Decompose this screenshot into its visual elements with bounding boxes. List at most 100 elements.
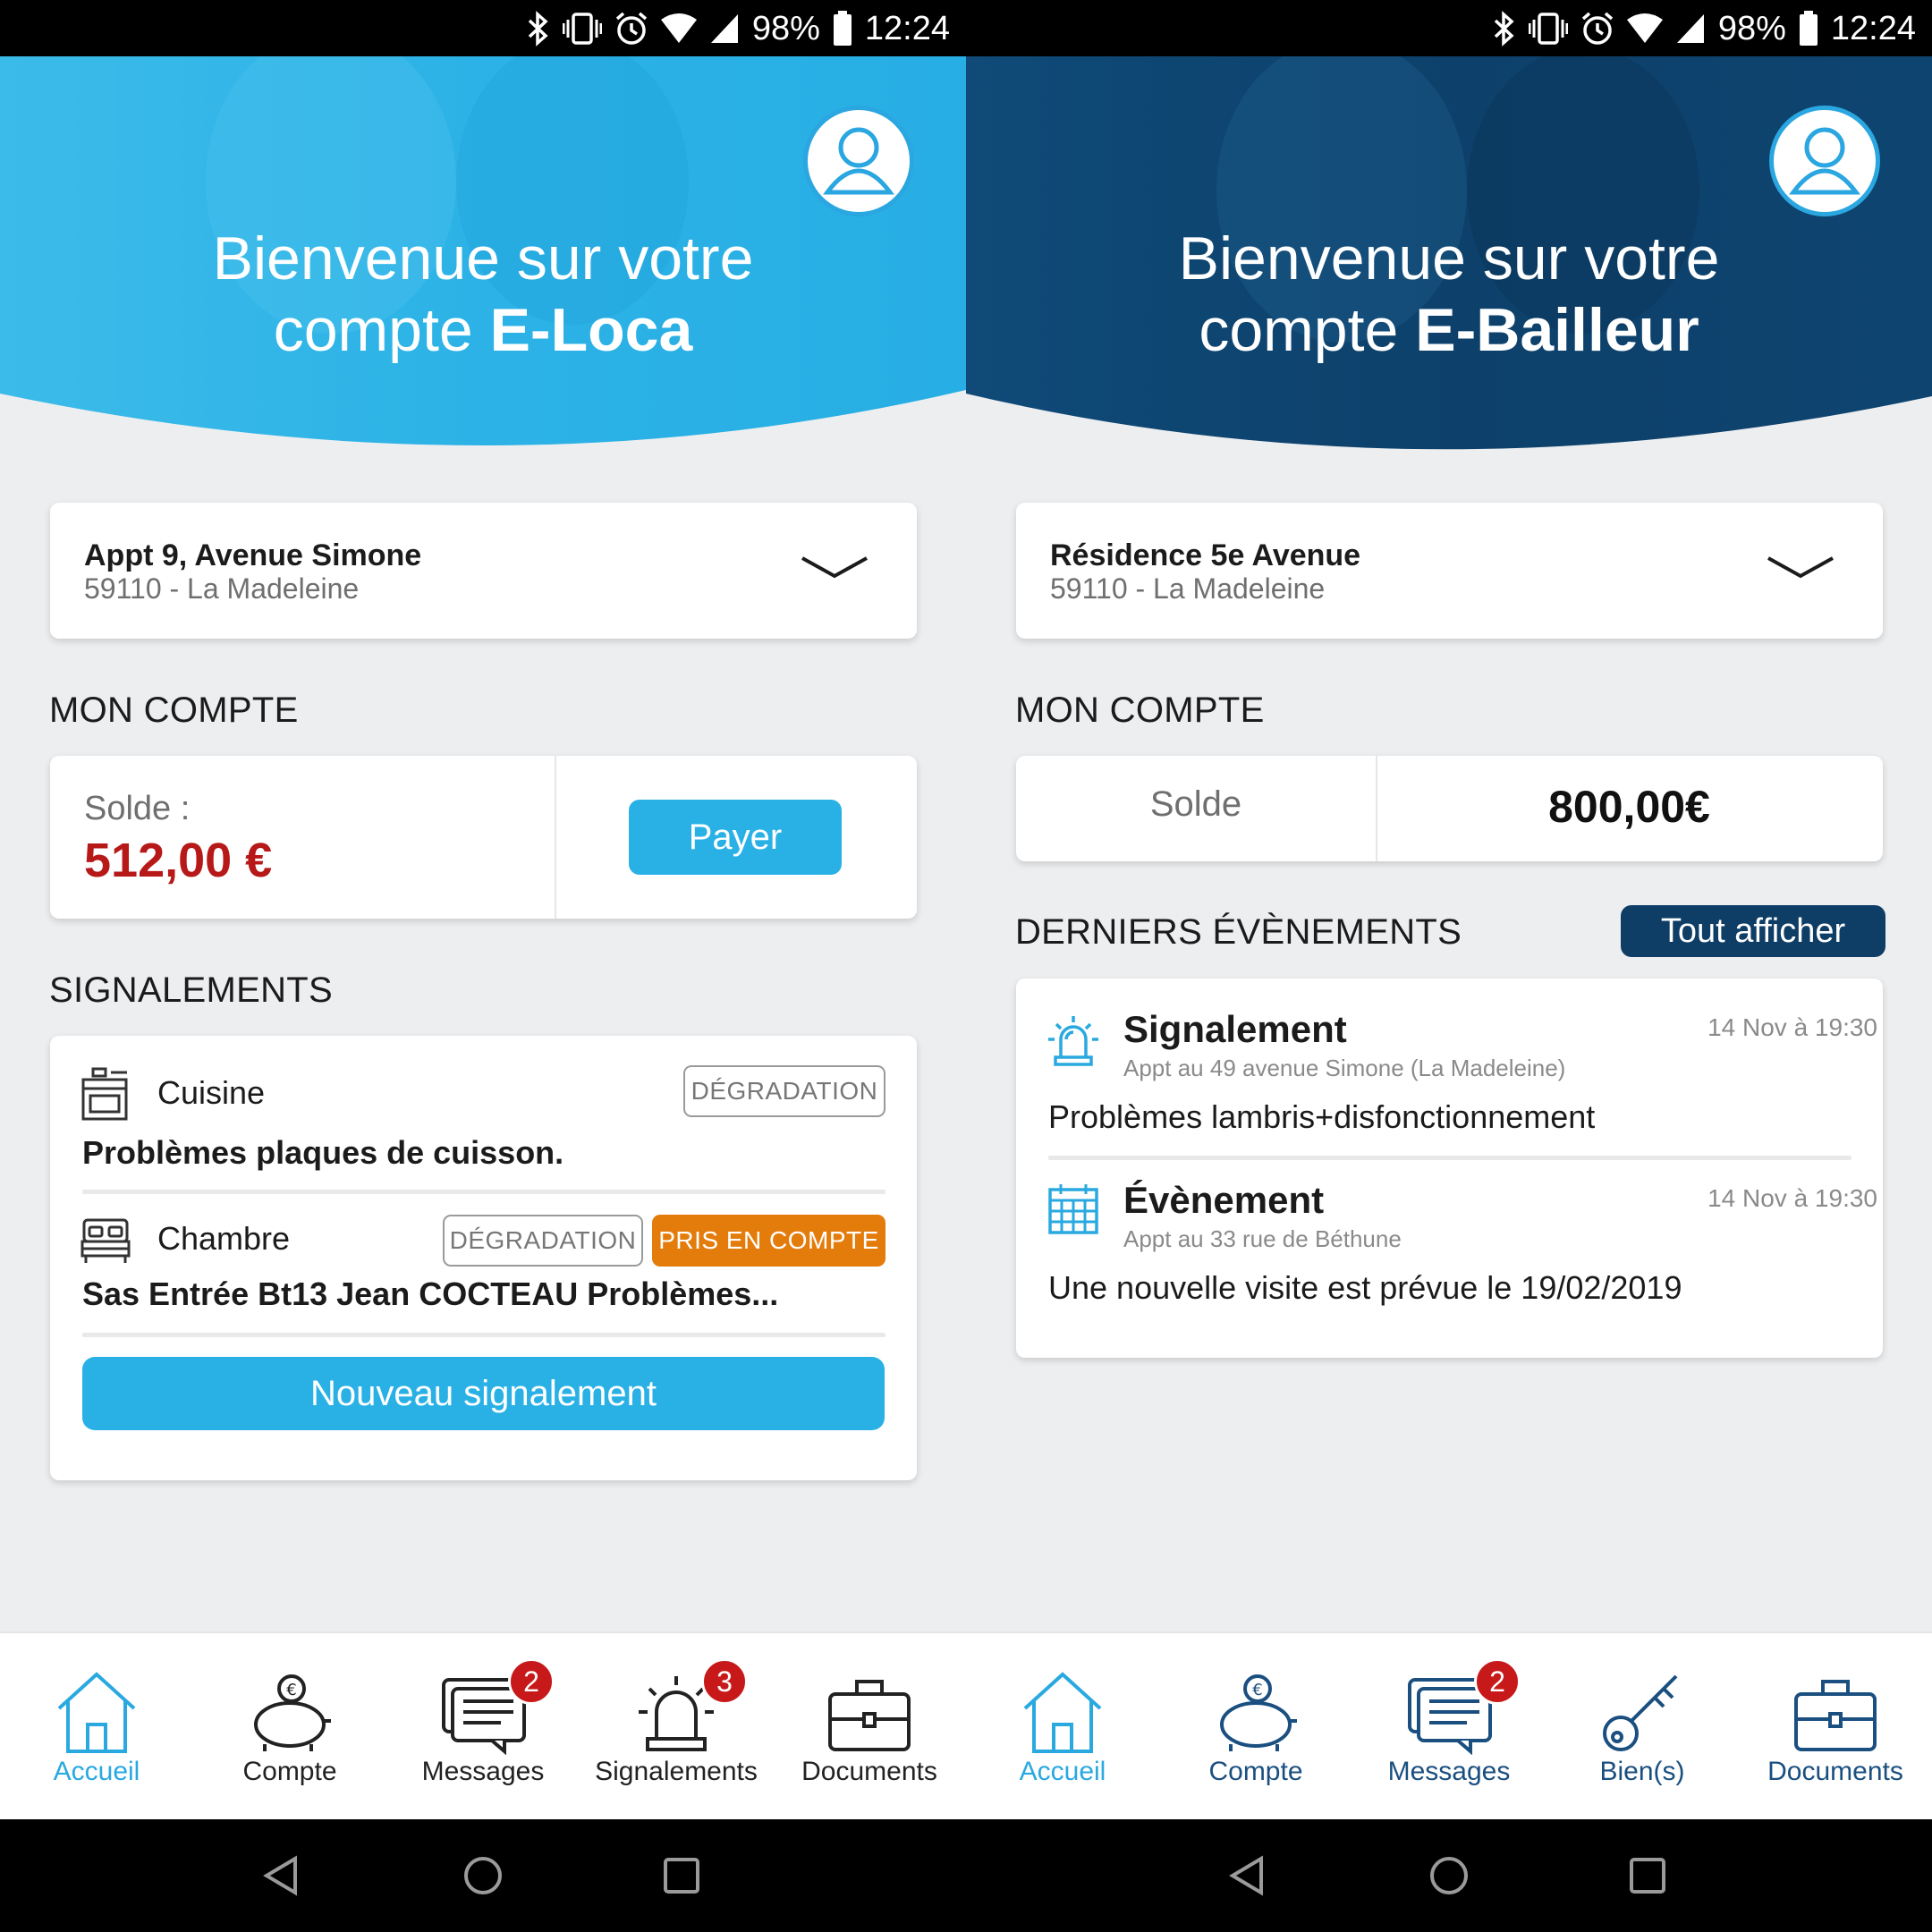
profile-avatar-button[interactable]: [1769, 106, 1880, 216]
tag-degradation: DÉGRADATION: [683, 1065, 886, 1117]
tag-pris-en-compte: PRIS EN COMPTE: [652, 1215, 886, 1267]
property-selector[interactable]: Appt 9, Avenue Simone 59110 - La Madelei…: [50, 503, 917, 639]
balance-card: Solde : 512,00 € Payer: [50, 756, 917, 919]
nav-documents[interactable]: Documents: [773, 1633, 966, 1821]
e-bailleur-screen: 98% 12:24 Bienvenue sur votre compte E-B…: [966, 0, 1932, 1932]
event-text[interactable]: Problèmes lambris+disfonctionnement: [1048, 1098, 1595, 1136]
nav-label: Signalements: [595, 1757, 758, 1786]
alarm-light-icon: [1048, 1016, 1098, 1066]
nav-label: Accueil: [1019, 1757, 1106, 1786]
row-divider: [1048, 1156, 1852, 1160]
report-room: Chambre: [157, 1220, 291, 1257]
nav-label: Bien(s): [1599, 1757, 1685, 1786]
nav-messages[interactable]: 2 Messages: [386, 1633, 580, 1821]
nav-label: Accueil: [53, 1757, 140, 1786]
balance-label: Solde: [1149, 784, 1242, 824]
recents-icon[interactable]: [659, 1853, 704, 1898]
welcome-line-2: compte E-Loca: [0, 294, 966, 366]
nav-compte[interactable]: € Compte: [1159, 1633, 1352, 1821]
brand-name: E-Bailleur: [1415, 296, 1699, 364]
svg-text:€: €: [286, 1681, 296, 1699]
battery-percent: 98%: [1717, 9, 1786, 47]
system-navigation-bar: [966, 1819, 1932, 1932]
welcome-title: Bienvenue sur votre compte E-Loca: [0, 223, 966, 366]
tag-degradation: DÉGRADATION: [443, 1215, 643, 1267]
new-report-button[interactable]: Nouveau signalement: [82, 1357, 885, 1430]
welcome-prefix: compte: [273, 296, 490, 364]
nav-documents[interactable]: Documents: [1739, 1633, 1932, 1821]
event-text[interactable]: Une nouvelle visite est prévue le 19/02/…: [1048, 1269, 1682, 1307]
profile-avatar-button[interactable]: [803, 106, 914, 216]
property-subtitle: 59110 - La Madeleine: [1050, 572, 1326, 605]
welcome-title: Bienvenue sur votre compte E-Bailleur: [966, 223, 1932, 366]
nav-signalements[interactable]: 3 Signalements: [580, 1633, 773, 1821]
nav-label: Documents: [1767, 1757, 1903, 1786]
nav-accueil[interactable]: Accueil: [0, 1633, 193, 1821]
section-title-account: MON COMPTE: [1015, 691, 1265, 730]
home-icon: [57, 1672, 136, 1753]
report-room: Cuisine: [157, 1074, 266, 1111]
recents-icon[interactable]: [1625, 1853, 1670, 1898]
chevron-down-icon: [801, 556, 868, 579]
clock: 12:24: [1830, 9, 1916, 47]
calendar-icon: [1048, 1184, 1098, 1234]
status-bar: 98% 12:24: [0, 0, 966, 56]
status-bar: 98% 12:24: [966, 0, 1932, 56]
nav-biens[interactable]: Bien(s): [1546, 1633, 1739, 1821]
svg-text:€: €: [1252, 1681, 1262, 1699]
nav-accueil[interactable]: Accueil: [966, 1633, 1159, 1821]
bed-icon: [80, 1218, 131, 1263]
event-time: 14 Nov à 19:30: [1707, 1184, 1877, 1212]
bottom-navigation: Accueil € Compte 2 Messages Bien(s) Docu…: [966, 1631, 1932, 1819]
back-icon[interactable]: [1225, 1853, 1270, 1898]
battery-percent: 98%: [751, 9, 820, 47]
event-type: Évènement: [1123, 1179, 1325, 1221]
balance-value: 800,00€: [1548, 782, 1710, 832]
clock: 12:24: [864, 9, 950, 47]
piggy-bank-icon: €: [1220, 1674, 1297, 1751]
report-description[interactable]: Problèmes plaques de cuisson.: [82, 1134, 564, 1172]
signal-icon: [710, 14, 738, 43]
bluetooth-icon: [1494, 11, 1514, 47]
welcome-line-1: Bienvenue sur votre: [1178, 225, 1720, 292]
bottom-navigation: Accueil € Compte 2 Messages 3 Signalemen…: [0, 1631, 966, 1819]
wifi-icon: [660, 13, 697, 43]
welcome-header: Bienvenue sur votre compte E-Bailleur: [966, 56, 1932, 450]
report-description[interactable]: Sas Entrée Bt13 Jean COCTEAU Problèmes..…: [82, 1275, 778, 1313]
alarm-icon: [1581, 12, 1613, 45]
welcome-line-2: compte E-Bailleur: [966, 294, 1932, 366]
home-circle-icon[interactable]: [1427, 1853, 1471, 1898]
back-icon[interactable]: [259, 1853, 304, 1898]
bluetooth-icon: [528, 11, 548, 47]
notification-badge: 2: [1474, 1658, 1521, 1705]
nav-messages[interactable]: 2 Messages: [1352, 1633, 1546, 1821]
pay-button[interactable]: Payer: [629, 800, 842, 875]
signal-icon: [1676, 14, 1704, 43]
balance-value: 512,00 €: [84, 834, 273, 887]
welcome-line-1: Bienvenue sur votre: [212, 225, 754, 292]
briefcase-icon: [828, 1680, 911, 1751]
section-title-events: DERNIERS ÉVÈNEMENTS: [1015, 912, 1462, 952]
notification-badge: 3: [701, 1658, 748, 1705]
system-navigation-bar: [0, 1819, 966, 1932]
welcome-header: Bienvenue sur votre compte E-Loca: [0, 56, 966, 450]
battery-icon: [833, 11, 852, 46]
nav-label: Messages: [421, 1757, 545, 1786]
nav-label: Compte: [1208, 1757, 1303, 1786]
property-selector[interactable]: Résidence 5e Avenue 59110 - La Madeleine: [1016, 503, 1883, 639]
e-loca-screen: 98% 12:24 Bienvenue sur votre compte E-L…: [0, 0, 966, 1932]
home-circle-icon[interactable]: [461, 1853, 505, 1898]
nav-compte[interactable]: € Compte: [193, 1633, 386, 1821]
row-divider: [82, 1333, 886, 1337]
section-title-reports: SIGNALEMENTS: [49, 970, 333, 1010]
stove-icon: [81, 1067, 128, 1121]
nav-label: Messages: [1387, 1757, 1511, 1786]
show-all-button[interactable]: Tout afficher: [1621, 905, 1885, 957]
event-subtitle: Appt au 49 avenue Simone (La Madeleine): [1123, 1055, 1566, 1081]
divider: [555, 756, 556, 919]
wifi-icon: [1626, 13, 1663, 43]
row-divider: [82, 1190, 886, 1194]
event-type: Signalement: [1123, 1008, 1347, 1050]
alarm-icon: [615, 12, 647, 45]
property-title: Appt 9, Avenue Simone: [84, 538, 422, 572]
